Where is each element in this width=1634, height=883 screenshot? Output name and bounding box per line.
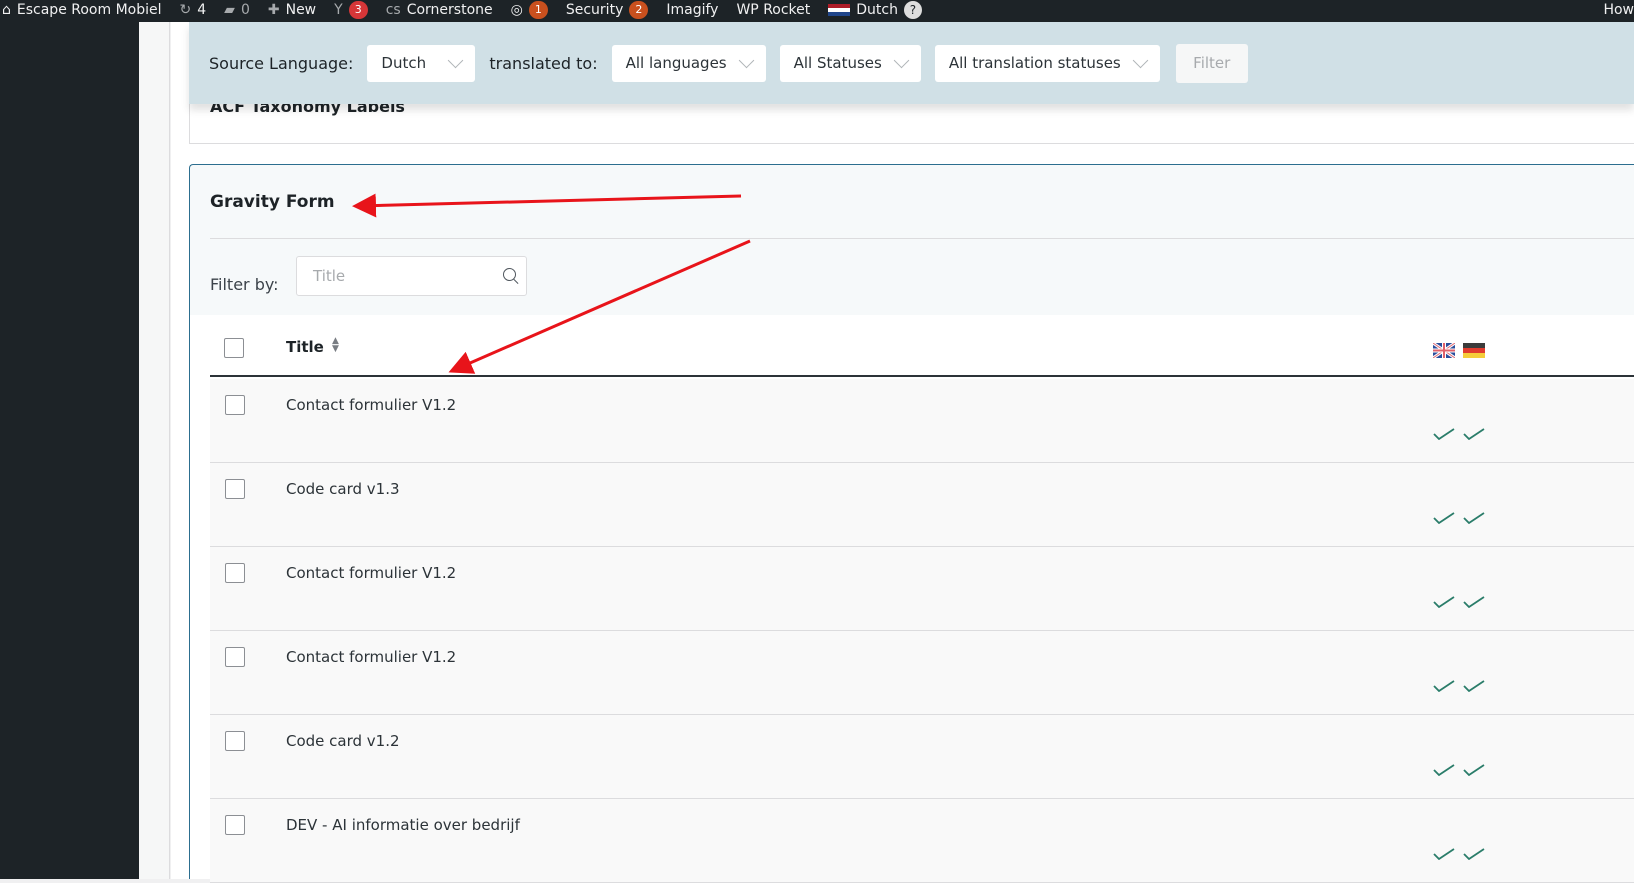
check-icon[interactable] xyxy=(1433,425,1455,441)
uk-flag-icon xyxy=(1433,343,1455,358)
table-row: Code card v1.2 xyxy=(210,715,1634,799)
source-language-label: Source Language: xyxy=(209,53,354,73)
select-all-checkbox[interactable] xyxy=(224,338,244,358)
language-switcher[interactable]: Dutch? xyxy=(828,0,922,19)
updates-link[interactable]: ↻ 4 xyxy=(180,0,207,17)
translated-to-label: translated to: xyxy=(489,53,598,73)
check-icon[interactable] xyxy=(1433,677,1455,693)
filter-bar: Source Language: Dutch translated to: Al… xyxy=(189,22,1634,104)
table-header: Title ▲ ▼ xyxy=(210,315,1634,377)
row-title[interactable]: Contact formulier V1.2 xyxy=(286,648,456,666)
row-checkbox[interactable] xyxy=(225,563,245,583)
table-row: Contact formulier V1.2 xyxy=(210,631,1634,715)
row-checkbox[interactable] xyxy=(225,731,245,751)
help-icon[interactable]: ? xyxy=(903,1,922,19)
row-title[interactable]: DEV - AI informatie over bedrijf xyxy=(286,816,520,834)
table-row: Contact formulier V1.2 xyxy=(210,547,1634,631)
comment-icon: ▰ xyxy=(224,2,235,18)
german-flag-icon xyxy=(1463,343,1485,358)
check-icon[interactable] xyxy=(1463,425,1485,441)
admin-sidebar xyxy=(0,22,139,879)
notifications-link[interactable]: ◎ 1 xyxy=(511,0,548,19)
table-row: Code card v1.3 xyxy=(210,463,1634,547)
sidebar-gutter xyxy=(139,22,170,879)
row-title[interactable]: Code card v1.3 xyxy=(286,480,400,498)
divider xyxy=(210,238,1634,239)
check-icon[interactable] xyxy=(1433,845,1455,861)
cornerstone-icon: cs xyxy=(385,2,401,18)
column-title[interactable]: Title xyxy=(286,338,324,356)
check-icon[interactable] xyxy=(1463,845,1485,861)
site-link[interactable]: ⌂ Escape Room Mobiel xyxy=(2,0,162,17)
filter-button[interactable]: Filter xyxy=(1175,43,1248,83)
yoast-icon: Y xyxy=(334,2,343,18)
row-checkbox[interactable] xyxy=(225,479,245,499)
chevron-down-icon xyxy=(448,52,464,68)
home-icon: ⌂ xyxy=(2,2,11,18)
comments-link[interactable]: ▰ 0 xyxy=(224,0,250,17)
source-language-select[interactable]: Dutch xyxy=(367,44,476,82)
check-icon[interactable] xyxy=(1463,761,1485,777)
gravity-form-section: Gravity Form Filter by: Title Title ▲ ▼ C… xyxy=(189,164,1634,883)
check-icon[interactable] xyxy=(1433,509,1455,525)
new-link[interactable]: ✚ New xyxy=(268,0,316,17)
yoast-link[interactable]: Y3 xyxy=(334,0,368,19)
search-icon[interactable] xyxy=(503,268,516,281)
check-icon[interactable] xyxy=(1433,593,1455,609)
check-icon[interactable] xyxy=(1463,509,1485,525)
row-title[interactable]: Code card v1.2 xyxy=(286,732,400,750)
row-title[interactable]: Contact formulier V1.2 xyxy=(286,396,456,414)
check-icon[interactable] xyxy=(1463,593,1485,609)
chevron-down-icon xyxy=(1132,52,1149,68)
check-icon[interactable] xyxy=(1463,677,1485,693)
strings-table: Title ▲ ▼ Contact formulier V1.2 Code card… xyxy=(190,315,1634,883)
check-icon[interactable] xyxy=(1433,761,1455,777)
section-title: Gravity Form xyxy=(210,192,335,212)
dutch-flag-icon xyxy=(828,4,851,16)
admin-bar: ⌂ Escape Room Mobiel ↻ 4 ▰ 0 ✚ New Y3 cs Corn… xyxy=(0,0,1634,22)
bulb-icon: ◎ xyxy=(510,2,523,18)
title-search-input[interactable]: Title xyxy=(296,256,527,296)
table-row: DEV - AI informatie over bedrijf xyxy=(210,799,1634,883)
plus-icon: ✚ xyxy=(267,2,280,18)
statuses-select[interactable]: All Statuses xyxy=(779,44,921,82)
chevron-down-icon xyxy=(893,52,910,68)
table-row: Contact formulier V1.2 xyxy=(210,379,1634,463)
row-checkbox[interactable] xyxy=(225,815,245,835)
sort-icon[interactable]: ▲ ▼ xyxy=(332,337,339,354)
translation-statuses-select[interactable]: All translation statuses xyxy=(934,44,1160,82)
refresh-icon: ↻ xyxy=(179,2,192,18)
imagify-link[interactable]: Imagify xyxy=(666,0,718,17)
howdy-link[interactable]: How xyxy=(1603,0,1634,17)
row-checkbox[interactable] xyxy=(225,395,245,415)
filter-by-label: Filter by: xyxy=(210,275,279,294)
wp-rocket-link[interactable]: WP Rocket xyxy=(736,0,810,17)
cornerstone-link[interactable]: cs Cornerstone xyxy=(386,0,493,17)
languages-select[interactable]: All languages xyxy=(611,44,766,82)
row-title[interactable]: Contact formulier V1.2 xyxy=(286,564,456,582)
chevron-down-icon xyxy=(738,52,754,68)
row-checkbox[interactable] xyxy=(225,647,245,667)
security-link[interactable]: Security 2 xyxy=(566,0,649,19)
